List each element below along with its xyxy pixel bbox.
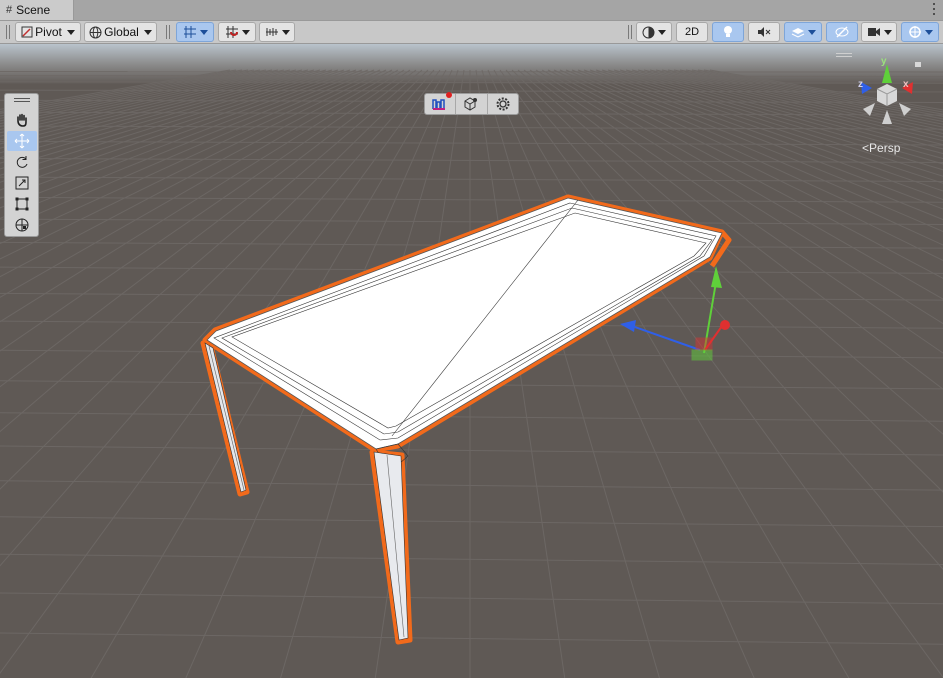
scale-tool-button[interactable]	[7, 173, 37, 193]
scale-icon	[15, 176, 29, 190]
rect-tool-button[interactable]	[7, 194, 37, 214]
eye-hidden-icon	[835, 26, 849, 38]
camera-dropdown[interactable]	[861, 22, 897, 42]
transform-icon	[15, 218, 29, 232]
increment-snap-toggle[interactable]	[259, 22, 295, 42]
tab-scene[interactable]: # Scene	[0, 0, 74, 20]
pivot-icon	[21, 26, 33, 38]
global-dropdown[interactable]: Global	[84, 22, 157, 42]
scene-window: # Scene Pivot Global 2D y x z <Persp	[0, 0, 943, 678]
scene-settings-button[interactable]	[488, 94, 518, 114]
hand-icon	[17, 113, 27, 127]
table-model[interactable]	[0, 44, 943, 678]
chevron-down-icon	[807, 29, 816, 35]
gizmo-z-label: z	[858, 79, 863, 90]
grid-icon	[183, 26, 196, 38]
notification-dot	[446, 92, 453, 98]
chevron-down-icon	[924, 29, 933, 35]
grid-visibility-toggle[interactable]	[176, 22, 214, 42]
2d-toggle[interactable]: 2D	[676, 22, 708, 42]
hash-icon: #	[6, 4, 13, 16]
overlay-toolbar	[424, 92, 519, 115]
rect-transform-icon	[15, 197, 29, 211]
projection-label[interactable]: <Persp	[862, 141, 900, 155]
toolbar-separator	[631, 25, 632, 39]
gizmos-dropdown[interactable]	[901, 22, 939, 42]
audio-toggle[interactable]	[748, 22, 780, 42]
hand-tool-button[interactable]	[7, 110, 37, 130]
global-label: Global	[104, 25, 139, 39]
toolbar-grip	[6, 25, 7, 39]
gizmo-y-label: y	[881, 56, 887, 67]
toolbar-separator	[628, 25, 629, 39]
camera-icon	[867, 28, 880, 36]
effects-dropdown[interactable]	[784, 22, 822, 42]
palette-grip[interactable]	[14, 98, 30, 99]
chevron-down-icon	[658, 29, 666, 35]
axis-cube-icon	[861, 64, 913, 124]
tile-palette-button[interactable]	[425, 92, 457, 114]
lighting-toggle[interactable]	[712, 22, 744, 42]
rotate-tool-button[interactable]	[7, 152, 37, 172]
speaker-muted-icon	[758, 27, 771, 37]
2d-label: 2D	[684, 26, 700, 38]
chevron-down-icon	[241, 29, 250, 35]
gizmo-icon	[908, 26, 921, 38]
draw-mode-dropdown[interactable]	[636, 22, 672, 42]
persp-label: Persp	[869, 141, 901, 155]
lightbulb-icon	[724, 26, 732, 37]
pivot-dropdown[interactable]: Pivot	[15, 22, 81, 42]
snap-magnet-icon	[225, 26, 238, 38]
hidden-objects-toggle[interactable]	[826, 22, 858, 42]
tool-palette	[4, 93, 39, 237]
toolbar-separator	[169, 25, 170, 39]
grid-snap-toggle[interactable]	[218, 22, 256, 42]
globe-icon	[89, 26, 102, 38]
tab-bar: # Scene	[0, 0, 943, 21]
move-arrows-icon	[14, 133, 30, 149]
chevron-down-icon	[199, 29, 208, 35]
chevron-down-icon	[66, 29, 75, 35]
chevron-down-icon	[883, 29, 892, 35]
toolbar-grip-2	[9, 25, 10, 39]
more-options-icon[interactable]	[931, 2, 937, 16]
tab-scene-label: Scene	[16, 3, 51, 17]
scene-viewport[interactable]	[0, 44, 943, 678]
chevron-down-icon	[143, 29, 152, 35]
ruler-icon	[265, 28, 278, 36]
toolbar-separator	[166, 25, 167, 39]
pivot-label: Pivot	[35, 25, 62, 39]
layers-effects-icon	[791, 28, 804, 38]
gizmo-grip[interactable]	[836, 53, 852, 54]
orientation-gizmo[interactable]: y x z	[850, 56, 925, 128]
tile-palette-icon	[432, 99, 446, 110]
chevron-down-icon	[281, 29, 290, 35]
gizmo-x-label: x	[903, 79, 909, 90]
transform-tool-button[interactable]	[7, 215, 37, 235]
rotate-icon	[16, 156, 28, 168]
chevron-left-icon: <	[862, 141, 870, 155]
shading-sphere-icon	[642, 26, 655, 38]
move-tool-button[interactable]	[7, 131, 37, 151]
gear-icon	[496, 97, 510, 111]
tile-settings-button[interactable]	[456, 94, 488, 114]
scene-toolbar: Pivot Global 2D	[0, 21, 943, 44]
cube-gear-icon	[464, 97, 478, 111]
